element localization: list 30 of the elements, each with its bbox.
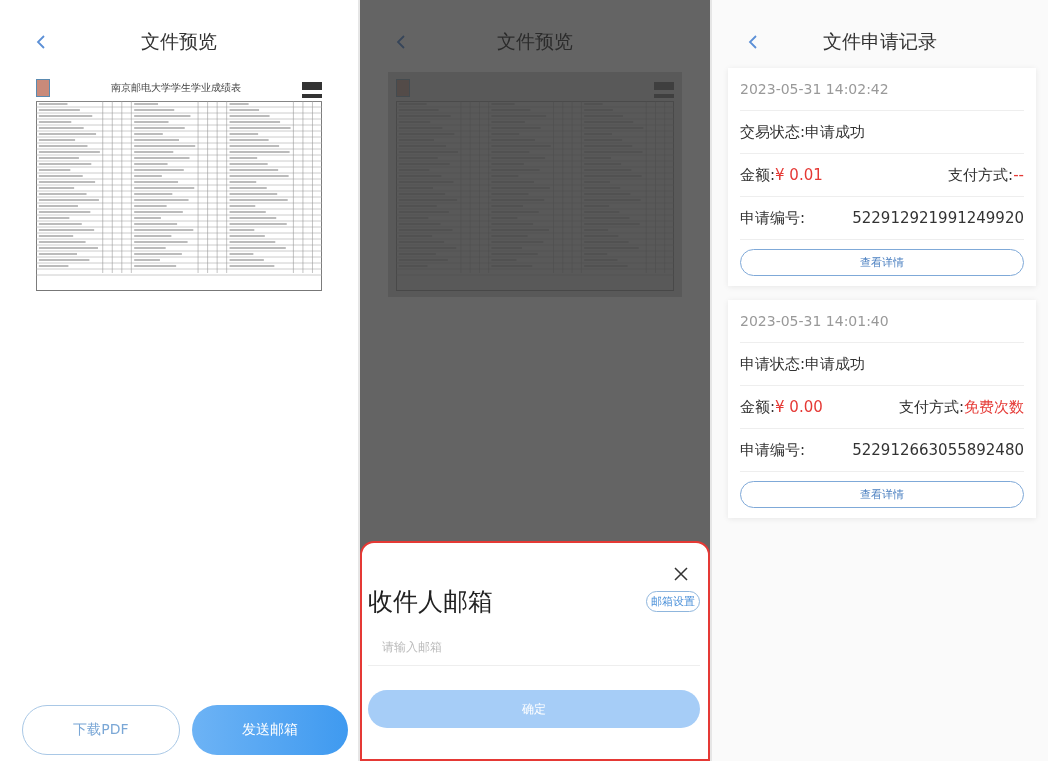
id-label: 申请编号: <box>740 208 806 228</box>
page-title: 文件申请记录 <box>823 29 937 54</box>
amount-value: ¥ 0.01 <box>775 166 823 184</box>
back-icon[interactable] <box>748 34 758 50</box>
view-details-button[interactable]: 查看详情 <box>740 481 1024 508</box>
payment-value: -- <box>1013 166 1024 184</box>
page-title: 文件预览 <box>497 29 573 54</box>
document-title: 南京邮电大学学生学业成绩表 <box>111 81 241 95</box>
back-icon[interactable] <box>36 34 46 50</box>
amount-label: 金额: <box>740 165 776 185</box>
payment-label: 支付方式: <box>898 397 964 417</box>
record-time: 2023-05-31 14:01:40 <box>740 313 889 329</box>
amount-label: 金额: <box>740 397 776 417</box>
send-email-button[interactable]: 发送邮箱 <box>192 705 348 755</box>
record-status: 申请状态:申请成功 <box>740 354 866 374</box>
payment-label: 支付方式: <box>948 165 1014 185</box>
record-status: 交易状态:申请成功 <box>740 122 866 142</box>
view-details-button[interactable]: 查看详情 <box>740 249 1024 276</box>
id-value: 522912921991249920 <box>852 209 1024 227</box>
amount-value: ¥ 0.00 <box>775 398 823 416</box>
sheet-title: 收件人邮箱 <box>368 586 493 618</box>
download-button[interactable]: 下载PDF <box>22 705 180 755</box>
id-label: 申请编号: <box>740 440 806 460</box>
id-value: 522912663055892480 <box>852 441 1024 459</box>
record-time: 2023-05-31 14:02:42 <box>740 81 889 97</box>
email-settings-button[interactable]: 邮箱设置 <box>646 591 700 612</box>
close-icon[interactable] <box>674 567 688 581</box>
page-title: 文件预览 <box>141 29 217 54</box>
photo-placeholder <box>36 79 50 97</box>
payment-value: 免费次数 <box>964 397 1024 417</box>
